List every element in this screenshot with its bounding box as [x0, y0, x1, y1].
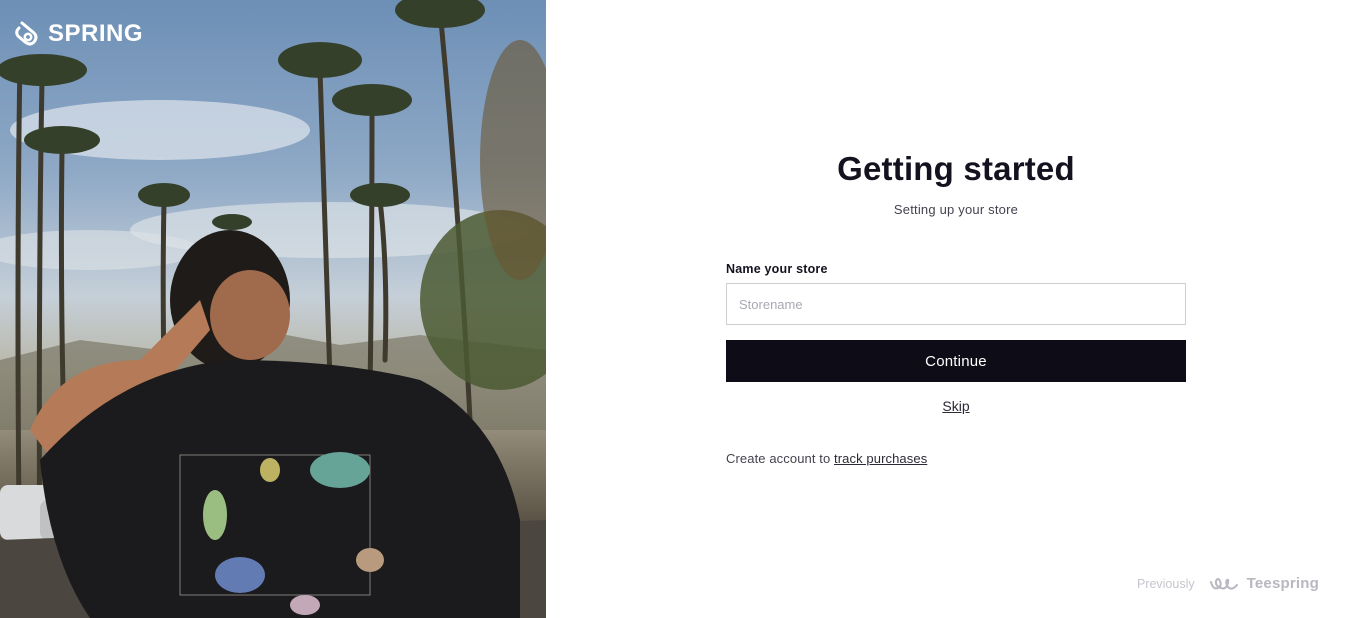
spring-logo-icon: [15, 21, 38, 46]
brand-logo[interactable]: SPRING: [14, 20, 143, 48]
create-account-prompt: Create account to track purchases: [726, 451, 1186, 466]
teespring-logo: Teespring: [1209, 575, 1319, 592]
previously-label: Previously: [1136, 576, 1195, 591]
store-setup-form: Getting started Setting up your store Na…: [726, 150, 1186, 466]
teespring-logo-icon: [1209, 577, 1238, 590]
teespring-name: Teespring: [1246, 575, 1319, 592]
page-subtitle: Setting up your store: [893, 202, 1019, 217]
store-name-label: Name your store: [726, 262, 828, 276]
skip-row: Skip: [726, 398, 1186, 416]
hero-image: SPRING: [0, 0, 546, 618]
brand-name: SPRING: [48, 20, 144, 47]
form-panel: Getting started Setting up your store Na…: [546, 0, 1356, 618]
store-name-input[interactable]: [726, 283, 1186, 325]
track-purchases-link[interactable]: track purchases: [834, 451, 927, 466]
hero-photo-illustration: [0, 0, 546, 618]
previously-teespring-footer: Previously Teespring: [1137, 575, 1319, 592]
signup-page: SPRING Getting started Setting up your s…: [0, 0, 1356, 618]
create-account-text: Create account to: [726, 451, 835, 466]
skip-link[interactable]: Skip: [942, 398, 969, 414]
page-title: Getting started: [837, 150, 1075, 187]
continue-button[interactable]: Continue: [726, 340, 1186, 382]
